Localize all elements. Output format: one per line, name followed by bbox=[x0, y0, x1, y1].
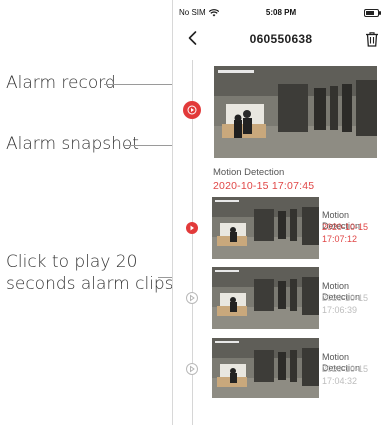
trash-icon[interactable] bbox=[365, 31, 379, 47]
record-4-time: 17:04:32 bbox=[322, 376, 358, 386]
battery-icon bbox=[364, 9, 381, 17]
record-4-date: 2020-10-15 bbox=[322, 364, 369, 374]
play-button-record-2[interactable] bbox=[186, 222, 198, 234]
record-3-date: 2020-10-15 bbox=[322, 293, 369, 303]
alarm-snapshot-1[interactable] bbox=[214, 66, 377, 158]
record-2-time: 17:07:12 bbox=[322, 234, 358, 244]
phone-screen: No SIM 5:08 PM 060550638 Motion Detectio… bbox=[172, 0, 388, 425]
play-button-record-4[interactable] bbox=[186, 363, 198, 375]
play-icon bbox=[190, 225, 194, 231]
status-bar: No SIM 5:08 PM bbox=[173, 0, 388, 22]
record-2-date: 2020-10-15 bbox=[322, 222, 369, 232]
annotation-line-alarm-record bbox=[104, 84, 180, 85]
play-icon bbox=[190, 365, 195, 373]
record-1-timestamp: 2020-10-15 17:07:45 bbox=[213, 180, 315, 192]
annotation-click-to-play-2: seconds alarm clips bbox=[6, 274, 174, 294]
play-button-record-3[interactable] bbox=[186, 292, 198, 304]
annotation-alarm-snapshot: Alarm snapshot bbox=[6, 134, 139, 154]
annotation-alarm-record: Alarm record bbox=[6, 73, 116, 93]
alarm-snapshot-4[interactable] bbox=[212, 338, 319, 398]
page-title: 060550638 bbox=[249, 32, 313, 46]
status-time: 5:08 PM bbox=[265, 8, 297, 17]
annotation-click-to-play-1: Click to play 20 bbox=[6, 252, 138, 272]
nav-bar: 060550638 bbox=[173, 26, 388, 52]
record-3-time: 17:06:39 bbox=[322, 305, 358, 315]
record-1-title: Motion Detection bbox=[213, 167, 285, 178]
alarm-snapshot-3[interactable] bbox=[212, 267, 319, 329]
play-icon bbox=[187, 105, 197, 115]
alarm-snapshot-2[interactable] bbox=[212, 197, 319, 259]
play-icon bbox=[190, 294, 195, 302]
play-button-record-1[interactable] bbox=[183, 101, 201, 119]
